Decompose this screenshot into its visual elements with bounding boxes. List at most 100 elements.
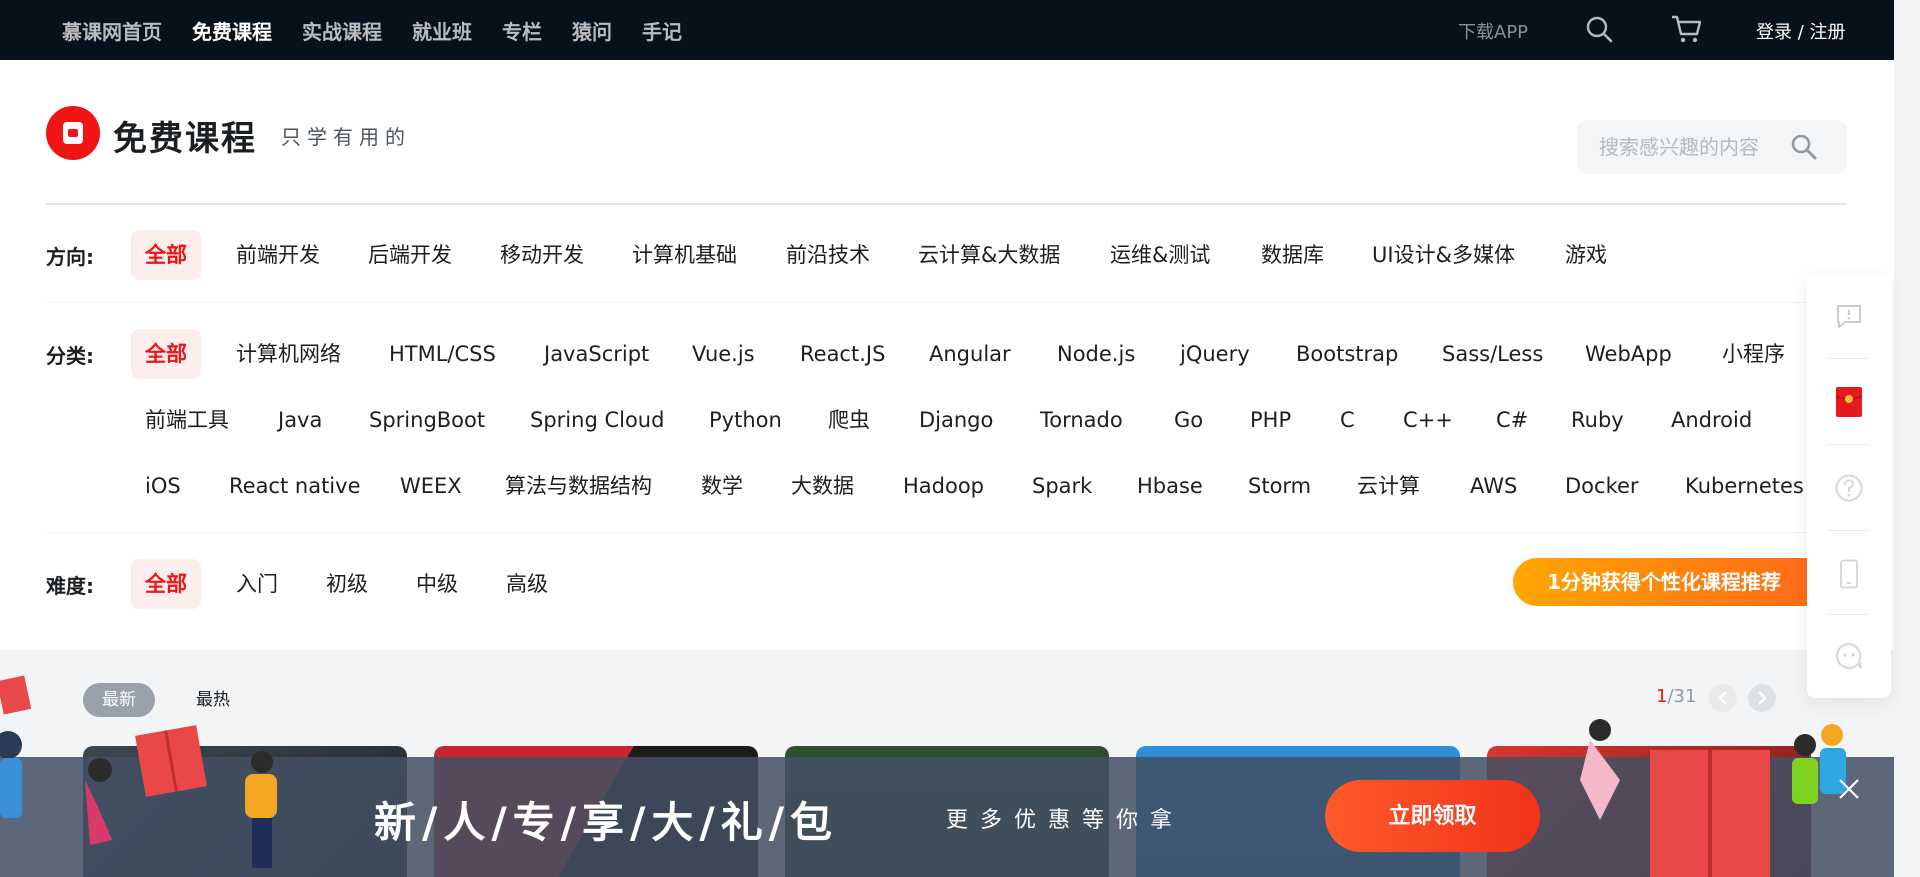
category-option[interactable]: Hbase — [1137, 461, 1203, 511]
direction-option[interactable]: UI设计&多媒体 — [1372, 230, 1515, 280]
direction-option[interactable]: 计算机基础 — [632, 230, 737, 280]
category-option[interactable]: C# — [1496, 395, 1528, 445]
nav-column[interactable]: 专栏 — [502, 16, 542, 45]
category-option[interactable]: Spark — [1032, 461, 1092, 511]
direction-option[interactable]: 前沿技术 — [786, 230, 870, 280]
direction-option[interactable]: 移动开发 — [500, 230, 584, 280]
category-option[interactable]: SpringBoot — [369, 395, 485, 445]
logo-icon — [46, 106, 100, 160]
category-option[interactable]: HTML/CSS — [389, 329, 496, 379]
category-option[interactable]: Spring Cloud — [530, 395, 664, 445]
category-option[interactable]: Python — [709, 395, 782, 445]
nav-practical-courses[interactable]: 实战课程 — [302, 16, 382, 45]
difficulty-option[interactable]: 中级 — [416, 559, 458, 609]
nav-qa[interactable]: 猿问 — [572, 16, 612, 45]
category-option[interactable]: Ruby — [1571, 395, 1624, 445]
category-option[interactable]: iOS — [145, 461, 181, 511]
category-option-all[interactable]: 全部 — [131, 329, 201, 379]
feedback-icon[interactable] — [1807, 274, 1891, 358]
banner-subtitle: 更多优惠等你拿 — [946, 808, 1185, 833]
category-option[interactable]: jQuery — [1180, 329, 1250, 379]
category-option[interactable]: Go — [1174, 395, 1203, 445]
category-option[interactable]: 大数据 — [791, 461, 854, 511]
difficulty-option[interactable]: 初级 — [326, 559, 368, 609]
nav-home[interactable]: 慕课网首页 — [62, 16, 162, 45]
category-option[interactable]: Sass/Less — [1442, 329, 1543, 379]
login-register-link[interactable]: 登录 / 注册 — [1756, 18, 1846, 44]
category-label: 分类: — [46, 344, 94, 368]
category-option[interactable]: Tornado — [1040, 395, 1123, 445]
category-option[interactable]: Android — [1671, 395, 1752, 445]
nav-employment-class[interactable]: 就业班 — [412, 16, 472, 45]
direction-option-all[interactable]: 全部 — [131, 230, 201, 280]
download-app-link[interactable]: 下载APP — [1458, 18, 1528, 44]
next-page-button[interactable] — [1748, 684, 1776, 712]
row-divider — [46, 532, 1806, 533]
category-option[interactable]: 数学 — [701, 461, 743, 511]
direction-option[interactable]: 前端开发 — [236, 230, 320, 280]
claim-now-button[interactable]: 立即领取 — [1325, 780, 1540, 852]
red-packet-icon[interactable] — [1807, 360, 1891, 444]
right-float-bar — [1807, 274, 1891, 698]
mobile-icon[interactable] — [1807, 532, 1891, 616]
direction-label: 方向: — [46, 245, 94, 269]
search-input[interactable] — [1599, 132, 1789, 162]
page-title: 免费课程 — [113, 119, 257, 159]
category-option[interactable]: Docker — [1565, 461, 1639, 511]
category-option[interactable]: PHP — [1250, 395, 1291, 445]
course-search — [1577, 120, 1847, 174]
sidebar-divider — [1828, 530, 1870, 531]
category-option[interactable]: WebApp — [1585, 329, 1672, 379]
category-option[interactable]: Hadoop — [903, 461, 984, 511]
direction-option[interactable]: 数据库 — [1261, 230, 1324, 280]
nav-notes[interactable]: 手记 — [642, 16, 682, 45]
category-option[interactable]: 云计算 — [1357, 461, 1420, 511]
personalized-recommend-button[interactable]: 1分钟获得个性化课程推荐 — [1513, 558, 1813, 606]
category-option[interactable]: Django — [919, 395, 993, 445]
category-option[interactable]: C — [1340, 395, 1355, 445]
category-option[interactable]: Storm — [1248, 461, 1311, 511]
difficulty-label: 难度: — [46, 574, 94, 598]
category-option[interactable]: WEEX — [400, 461, 462, 511]
category-option[interactable]: Java — [278, 395, 322, 445]
difficulty-option[interactable]: 入门 — [236, 559, 278, 609]
category-option[interactable]: JavaScript — [544, 329, 649, 379]
sidebar-divider — [1828, 444, 1870, 445]
main-nav: 慕课网首页 免费课程 实战课程 就业班 专栏 猿问 手记 — [62, 0, 682, 60]
cart-icon[interactable] — [1670, 12, 1704, 46]
category-option[interactable]: React native — [229, 461, 361, 511]
search-icon[interactable] — [1789, 132, 1819, 162]
category-option[interactable]: Node.js — [1057, 329, 1135, 379]
gift-illustration-left — [0, 675, 277, 868]
difficulty-option[interactable]: 高级 — [506, 559, 548, 609]
page-slogan: 只学有用的 — [281, 125, 411, 149]
sidebar-divider — [1828, 358, 1870, 359]
category-option[interactable]: Kubernetes — [1685, 461, 1804, 511]
header-divider — [46, 203, 1847, 205]
direction-option[interactable]: 运维&测试 — [1110, 230, 1210, 280]
page-current: 1 — [1656, 686, 1668, 707]
page-total: /31 — [1667, 686, 1697, 707]
close-icon[interactable] — [1834, 774, 1864, 804]
search-icon[interactable] — [1584, 14, 1614, 44]
direction-option[interactable]: 云计算&大数据 — [918, 230, 1060, 280]
nav-free-courses[interactable]: 免费课程 — [192, 16, 272, 45]
category-option[interactable]: AWS — [1470, 461, 1517, 511]
category-option[interactable]: C++ — [1403, 395, 1453, 445]
direction-option[interactable]: 后端开发 — [368, 230, 452, 280]
direction-option[interactable]: 游戏 — [1565, 230, 1607, 280]
chat-icon[interactable] — [1807, 614, 1891, 698]
category-option[interactable]: 计算机网络 — [236, 329, 341, 379]
top-navbar: 慕课网首页 免费课程 实战课程 就业班 专栏 猿问 手记 下载APP 登录 / … — [0, 0, 1894, 60]
help-icon[interactable] — [1807, 446, 1891, 530]
category-option[interactable]: React.JS — [800, 329, 885, 379]
category-option[interactable]: Bootstrap — [1296, 329, 1398, 379]
category-option[interactable]: 算法与数据结构 — [505, 461, 652, 511]
category-option[interactable]: 爬虫 — [828, 395, 870, 445]
category-option[interactable]: Vue.js — [692, 329, 755, 379]
category-option[interactable]: 小程序 — [1722, 329, 1785, 379]
category-option[interactable]: Angular — [929, 329, 1011, 379]
category-option[interactable]: 前端工具 — [145, 395, 229, 445]
difficulty-option-all[interactable]: 全部 — [131, 559, 201, 609]
prev-page-button[interactable] — [1709, 684, 1737, 712]
